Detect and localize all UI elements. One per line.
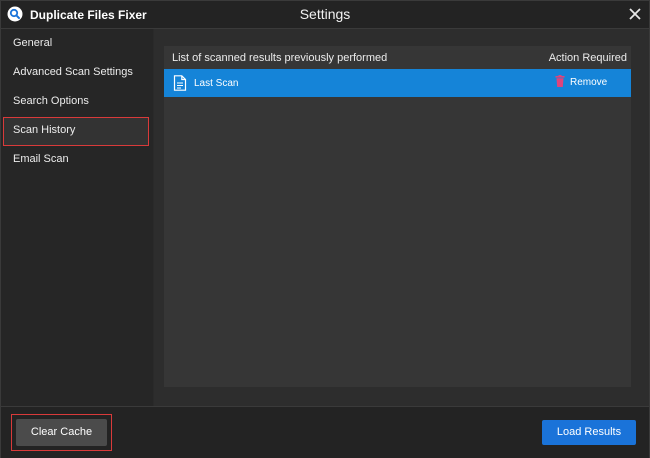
magnifier-logo-icon (7, 6, 23, 22)
sidebar-item-search-options[interactable]: Search Options (3, 88, 149, 115)
settings-sidebar: General Advanced Scan Settings Search Op… (1, 29, 153, 406)
load-results-button[interactable]: Load Results (542, 420, 636, 445)
sidebar-item-advanced-scan-settings[interactable]: Advanced Scan Settings (3, 59, 149, 86)
history-row-label: Last Scan (194, 78, 239, 89)
remove-label: Remove (570, 77, 608, 88)
dialog-footer: Clear Cache Load Results (1, 406, 649, 458)
close-icon[interactable] (627, 6, 643, 22)
sidebar-item-email-scan[interactable]: Email Scan (3, 146, 149, 173)
scan-history-panel: List of scanned results previously perfo… (164, 46, 631, 387)
history-list-header: List of scanned results previously perfo… (164, 46, 631, 68)
trash-icon (555, 75, 565, 87)
clear-cache-label: Clear Cache (16, 419, 107, 446)
action-required-header: Action Required (548, 52, 627, 64)
history-row[interactable]: Last Scan Remove (164, 69, 631, 97)
app-name: Duplicate Files Fixer (30, 8, 147, 22)
sidebar-item-general[interactable]: General (3, 30, 149, 57)
sidebar-item-label: General (13, 37, 53, 49)
sidebar-item-label: Search Options (13, 95, 89, 107)
title-bar: Duplicate Files Fixer Settings (1, 1, 649, 29)
clear-cache-button[interactable]: Clear Cache (11, 414, 112, 451)
settings-window: Duplicate Files Fixer Settings General A… (0, 0, 650, 458)
sidebar-item-scan-history[interactable]: Scan History (3, 117, 149, 146)
history-list-title: List of scanned results previously perfo… (172, 52, 388, 64)
sidebar-item-label: Scan History (13, 124, 76, 136)
document-icon (173, 75, 187, 91)
settings-content: List of scanned results previously perfo… (154, 29, 649, 406)
sidebar-item-label: Email Scan (13, 153, 69, 165)
sidebar-item-label: Advanced Scan Settings (13, 66, 133, 78)
